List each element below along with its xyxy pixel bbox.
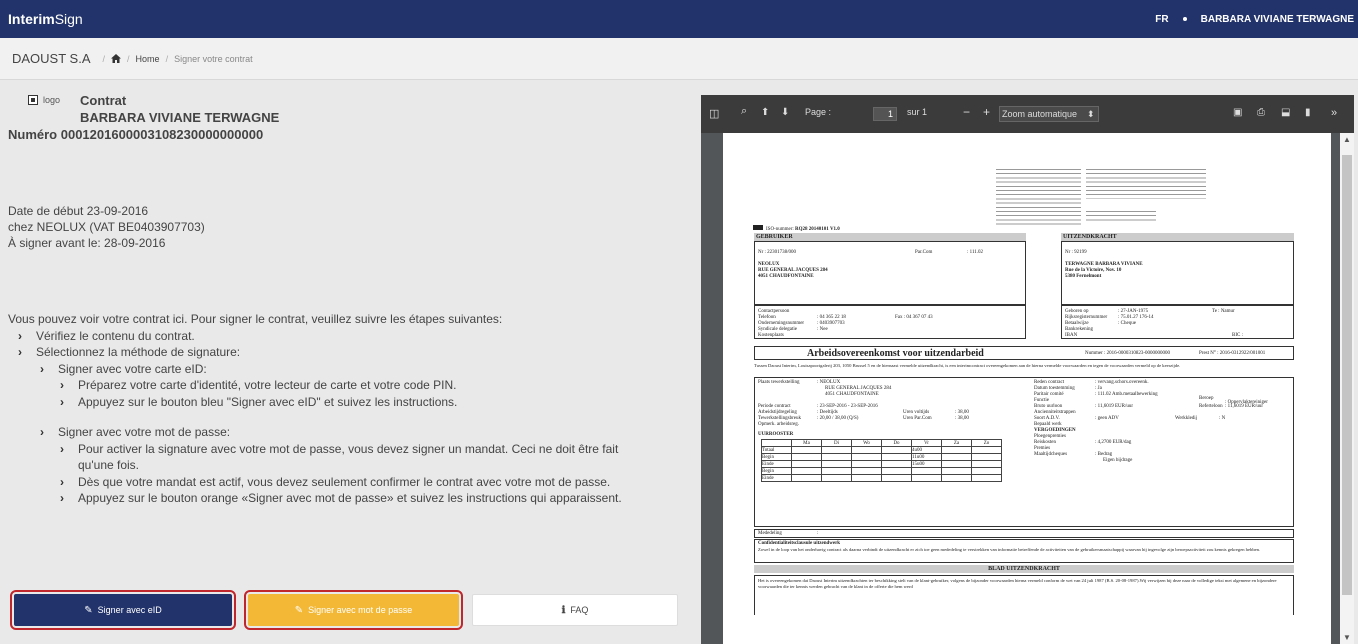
list-item: › Appuyez sur le bouton bleu "Signer avec… xyxy=(60,394,458,409)
sign-password-button[interactable]: ✎ Signer avec mot de passe xyxy=(244,590,463,630)
user-menu[interactable]: BARBARA VIVIANE TERWAGNE xyxy=(1201,14,1354,25)
employer: chez NEOLUX (VAT BE0403907703) xyxy=(8,220,205,234)
page-number-input[interactable]: 1 xyxy=(873,107,897,121)
open-file-icon[interactable]: ▣ xyxy=(1233,107,1242,118)
list-item: › Signer avec votre mot de passe: xyxy=(40,425,231,439)
schedule-table: Ma Di Wo Do Vr Za Zo Totaal 4u00 Begin 11u… xyxy=(761,439,1002,482)
pdf-viewer: ◫ ⌕ ⬆ ⬇ Page : 1 sur 1 − + Zoom automati… xyxy=(701,95,1354,644)
list-item: › Dès que votre mandat est actif, vous de… xyxy=(60,474,611,489)
info-icon: ℹ xyxy=(561,604,566,616)
list-item: › Pour activer la signature avec votre mo… xyxy=(60,441,619,473)
list-item: › Vérifiez le contenu du contrat. xyxy=(18,328,195,343)
bookmark-icon[interactable]: ▮ xyxy=(1305,107,1311,118)
chevron-right-icon: › xyxy=(60,491,64,505)
chevron-right-icon: › xyxy=(60,441,64,456)
chevron-right-icon: › xyxy=(18,345,22,359)
instructions: Vous pouvez voir votre contrat ici. Pour… xyxy=(8,311,688,507)
chevron-right-icon: › xyxy=(40,425,44,439)
instructions-intro: Vous pouvez voir votre contrat ici. Pour… xyxy=(8,312,503,326)
breadcrumb-current: Signer votre contrat xyxy=(174,53,253,64)
pencil-icon: ✎ xyxy=(294,604,304,616)
list-item: › Préparez votre carte d'identité, votre … xyxy=(60,378,457,392)
worker-name: BARBARA VIVIANE TERWAGNE xyxy=(80,110,280,125)
breadcrumb: DAOUST S.A / / Home / Signer votre contr… xyxy=(0,38,1358,80)
zoom-in-icon[interactable]: + xyxy=(983,105,990,119)
list-item: › Signer avec votre carte eID: xyxy=(40,361,207,376)
separator-dot xyxy=(1182,17,1187,21)
language-switch[interactable]: FR xyxy=(1155,14,1168,25)
zoom-out-icon[interactable]: − xyxy=(963,105,970,119)
sign-deadline: À signer avant le: 28-09-2016 xyxy=(8,236,166,250)
contract-number: Numéro 0001201600003108230000000000 xyxy=(8,127,264,142)
chevron-right-icon: › xyxy=(60,474,64,489)
faq-button[interactable]: ℹ FAQ xyxy=(472,594,678,626)
brand-logo[interactable]: InterimSign xyxy=(8,11,83,27)
chevron-right-icon: › xyxy=(60,378,64,392)
mededeling-box: Mededeling : xyxy=(754,529,1294,538)
page-label: Page : xyxy=(805,107,832,117)
start-date: Date de début 23-09-2016 xyxy=(8,204,149,218)
scrollbar-thumb[interactable] xyxy=(1342,155,1352,595)
header-secretariat-block xyxy=(1086,209,1156,222)
pencil-icon: ✎ xyxy=(84,604,93,616)
pdf-toolbar: ◫ ⌕ ⬆ ⬇ Page : 1 sur 1 − + Zoom automati… xyxy=(701,95,1354,133)
page-total: sur 1 xyxy=(907,107,928,117)
contract-title-box: Arbeidsovereenkomst voor uitzendarbeid N… xyxy=(754,346,1294,360)
chevron-down-icon: ⬍ xyxy=(1087,109,1095,119)
uitzendkracht-box: Nr : 92199 TERWAGNE BARBARA VIVIANE Rue … xyxy=(1061,241,1294,305)
zoom-select[interactable]: Zoom automatique ⬍ xyxy=(999,106,1099,122)
print-icon[interactable]: ⎙ xyxy=(1257,107,1265,118)
tools-icon[interactable]: » xyxy=(1331,107,1337,119)
sign-eid-button[interactable]: ✎ Signer avec eID xyxy=(10,590,236,630)
sidebar-toggle-icon[interactable]: ◫ xyxy=(709,107,719,120)
header-registration-block xyxy=(1086,167,1206,199)
contract-terms-box: Plaats tewerkstelling : NEOLUX RUE GENER… xyxy=(754,377,1294,527)
download-icon[interactable]: ⬓ xyxy=(1281,107,1290,118)
pdf-scrollbar[interactable]: ▲ ▼ xyxy=(1340,133,1354,644)
blad-header: BLAD UITZENDKRACHT xyxy=(754,565,1294,573)
chevron-right-icon: › xyxy=(40,361,44,376)
pdf-page: ISO-nummer: RQ28 20140101 V1.0 GEBRUIKER… xyxy=(723,133,1331,644)
header-address-block xyxy=(996,167,1081,227)
scroll-up-icon[interactable]: ▲ xyxy=(1343,135,1351,144)
pdf-intro: Tussen Daoust Interim, Louisapoortgaleri… xyxy=(754,363,1181,368)
confidentiality-box: Confidentialiteitsclausule uitzendwerk Z… xyxy=(754,539,1294,563)
company-logo: logo xyxy=(28,95,60,105)
top-navbar: InterimSign FR BARBARA VIVIANE TERWAGNE xyxy=(0,0,1358,38)
list-item: › Appuyez sur le bouton orange «Signer av… xyxy=(60,491,622,505)
list-item: › Sélectionnez la méthode de signature: xyxy=(18,345,241,359)
iso-label: ISO-nummer: RQ28 20140101 V1.0 xyxy=(753,225,840,233)
home-icon[interactable] xyxy=(111,54,122,63)
bottom-text-box: Het is overeengekomen dat Daoust Interim… xyxy=(754,575,1294,615)
gebruiker-header: GEBRUIKER xyxy=(754,233,1026,241)
contract-info-panel: logo Contrat BARBARA VIVIANE TERWAGNE Nu… xyxy=(0,81,690,644)
pdf-contract-title: Arbeidsovereenkomst voor uitzendarbeid xyxy=(807,348,984,359)
gebruiker-details: Contactpersoon Telefoon : 04 365 22 18 F… xyxy=(754,305,1026,339)
search-icon[interactable]: ⌕ xyxy=(741,105,747,118)
gebruiker-box: Nr : 22301738/000 Par.Com : 111.02 NEOLU… xyxy=(754,241,1026,305)
arrow-up-icon[interactable]: ⬆ xyxy=(761,107,769,118)
company-name: DAOUST S.A xyxy=(12,51,91,66)
chevron-right-icon: › xyxy=(60,394,64,409)
uitzendkracht-header: UITZENDKRACHT xyxy=(1061,233,1294,241)
arrow-down-icon[interactable]: ⬇ xyxy=(781,107,789,118)
broken-image-icon xyxy=(28,95,38,105)
contract-title: Contrat xyxy=(80,93,127,108)
chevron-right-icon: › xyxy=(18,328,22,343)
uitzendkracht-details: Geboren op : 27-JAN-1975 Te : Namur Rijk… xyxy=(1061,305,1294,339)
breadcrumb-home[interactable]: Home xyxy=(136,54,160,64)
scroll-down-icon[interactable]: ▼ xyxy=(1343,633,1351,642)
